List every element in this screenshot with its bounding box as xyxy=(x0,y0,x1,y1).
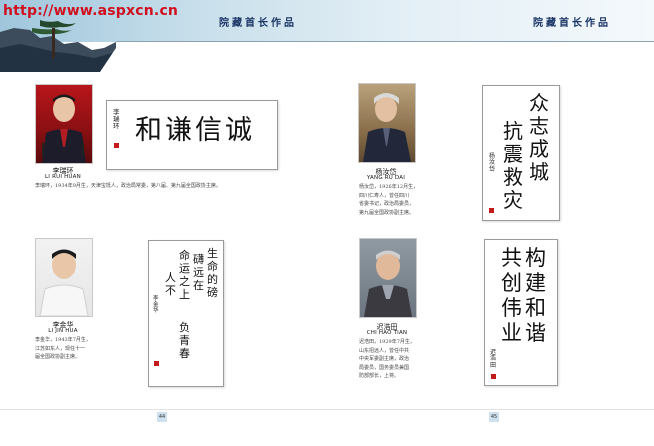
header-title-right: 院藏首长作品 xyxy=(533,18,611,29)
seal-stamp xyxy=(114,143,119,148)
portrait-li-jinhua xyxy=(35,238,93,317)
entry-pinyin: LI RUI HUAN xyxy=(45,174,81,180)
seal-stamp xyxy=(489,208,494,213)
portrait-chi-haotian xyxy=(359,238,417,318)
entry-pinyin: CHI HAO TIAN xyxy=(366,330,408,336)
calligraphy-panel-li-jinhua: 生命的磅 礴远在 命运之上 人不 负青春 李金华 xyxy=(148,240,224,387)
portrait-li-ruihuan xyxy=(35,84,93,164)
calligraphy-col: 礴远在 xyxy=(193,253,204,292)
seal-stamp xyxy=(154,361,159,366)
calligraphy-inscription: 李金华 xyxy=(153,296,159,314)
entry-bio: 李瑞环，1934年9月生，天津宝坻人，政治局常委，第八届、第九届全国政协主席。 xyxy=(35,183,221,189)
calligraphy-text: 和谦信诚 xyxy=(135,115,255,146)
entry-bio: 迟浩田，1929年7月生， 山东招远人，曾任中共 中央军委副主席，政治 局委员，… xyxy=(359,339,415,380)
calligraphy-inscription: 杨汝岱 xyxy=(489,153,496,173)
calligraphy-col: 负青春 xyxy=(179,321,190,360)
calligraphy-col: 人不 xyxy=(165,271,176,297)
calligraphy-panel-chi-haotian: 构建和谐 共创伟业 迟浩田 xyxy=(484,239,558,386)
seal-stamp xyxy=(491,374,496,379)
calligraphy-panel-yang-rudai: 众志成城 抗震救灾 杨汝岱 xyxy=(482,85,560,221)
calligraphy-col: 命运之上 xyxy=(179,249,190,301)
calligraphy-panel-li-ruihuan: 和谦信诚 李瑞环 xyxy=(106,100,278,170)
entry-pinyin: LI JIN HUA xyxy=(48,328,78,334)
calligraphy-col: 生命的磅 xyxy=(207,247,218,299)
entry-pinyin: YANG RU DAI xyxy=(366,175,406,181)
footer-rule xyxy=(0,409,654,410)
page-number-left: 44 xyxy=(157,412,167,422)
header-title-left: 院藏首长作品 xyxy=(219,18,297,29)
portrait-yang-rudai xyxy=(358,83,416,163)
mountain-pine-image xyxy=(0,20,116,72)
calligraphy-col: 众志成城 xyxy=(529,91,549,184)
calligraphy-inscription: 迟浩田 xyxy=(490,349,497,369)
entry-bio: 杨汝岱，1926年12月生， 四川仁寿人，曾任四川 省委书记，政治局委员， 第九… xyxy=(359,184,419,216)
entry-bio: 李金华，1943年7月生， 江苏如东人，现任十一 届全国政协副主席。 xyxy=(35,337,91,361)
calligraphy-col: 共创伟业 xyxy=(501,246,522,345)
calligraphy-col: 抗震救灾 xyxy=(503,119,523,212)
calligraphy-inscription: 李瑞环 xyxy=(113,108,120,130)
album-spread: http://www.aspxcn.cn 院藏首长作品 院藏首长作品 李瑞环 L… xyxy=(0,0,654,446)
page-number-right: 45 xyxy=(489,412,499,422)
header-rule xyxy=(116,41,654,42)
site-url[interactable]: http://www.aspxcn.cn xyxy=(3,3,178,19)
calligraphy-col: 构建和谐 xyxy=(525,246,546,345)
